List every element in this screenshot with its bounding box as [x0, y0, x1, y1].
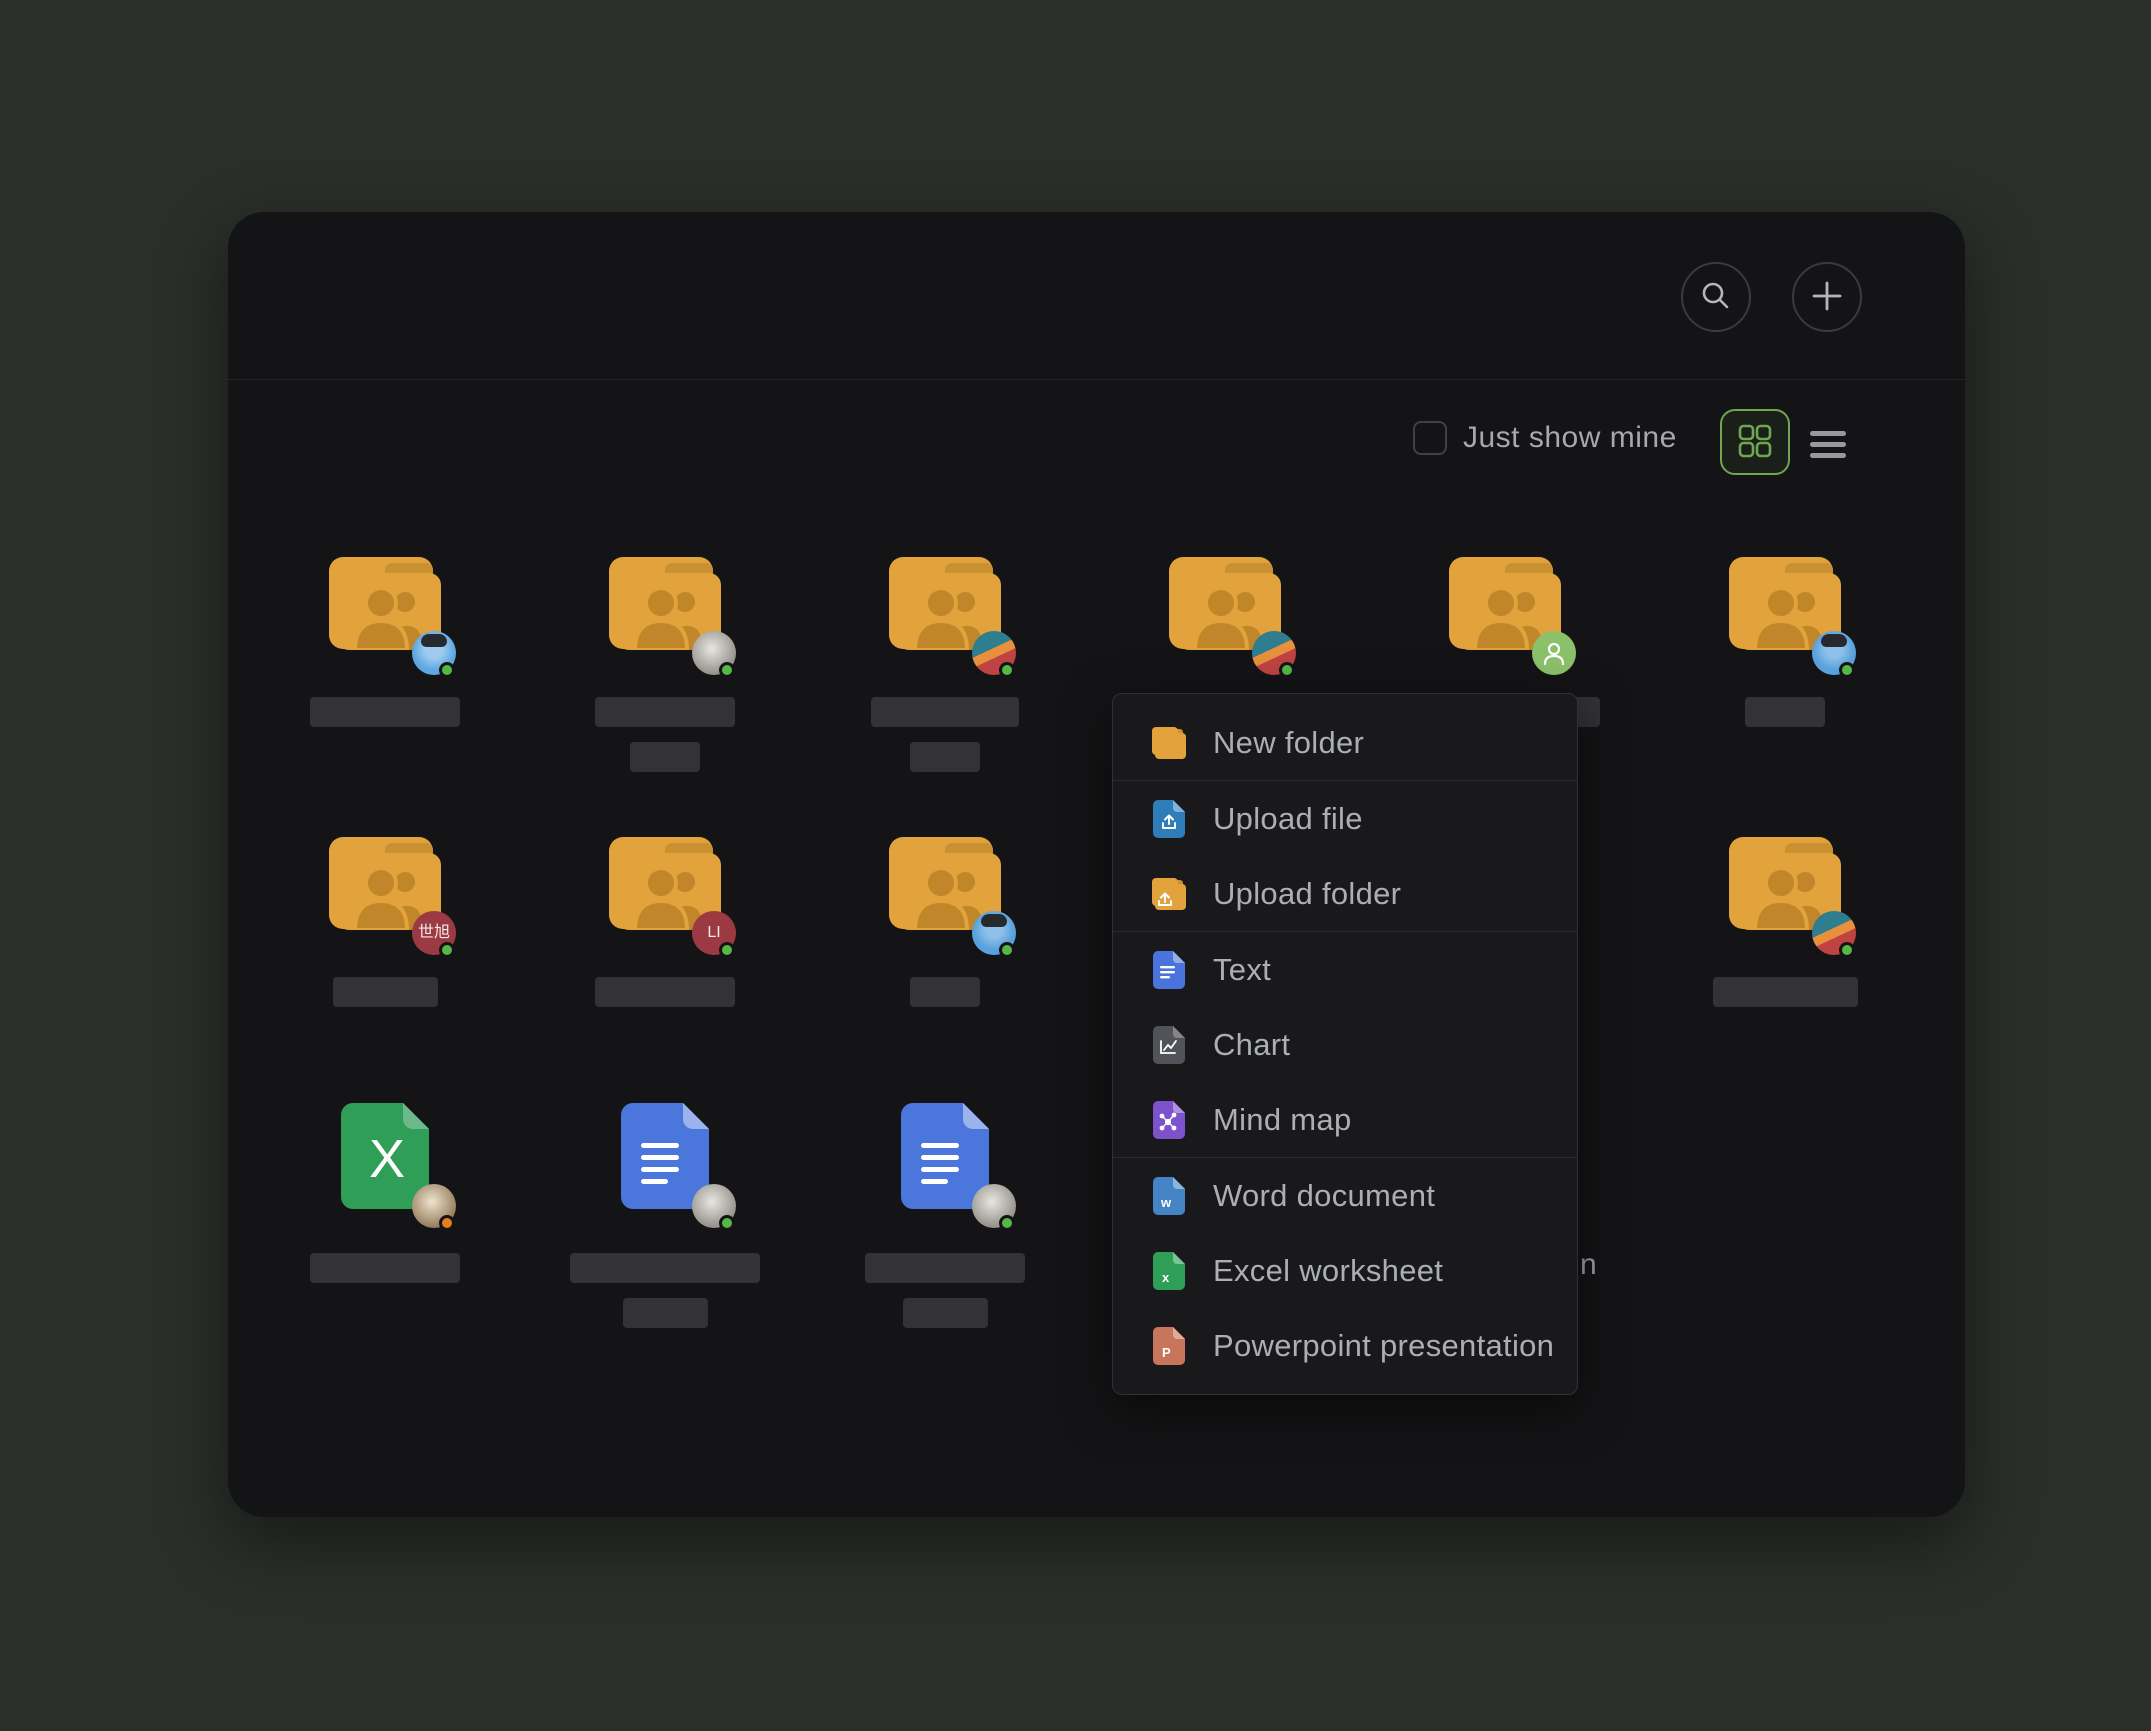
menu-section: w Word document x Excel worksheet P Powe… [1113, 1157, 1577, 1383]
presence-dot [999, 942, 1015, 958]
just-show-mine-checkbox[interactable] [1413, 421, 1447, 455]
presence-dot [439, 662, 455, 678]
presence-dot [999, 1215, 1015, 1231]
menu-item-new-folder[interactable]: New folder [1113, 705, 1577, 780]
grid-item-folder[interactable] [1085, 553, 1365, 650]
grid-item-folder[interactable] [245, 553, 525, 650]
grid-item-file[interactable] [805, 1103, 1085, 1209]
just-show-mine-filter[interactable]: Just show mine [1413, 421, 1677, 455]
window-header [228, 212, 1965, 380]
grid-item-folder[interactable] [805, 833, 1085, 930]
presence-dot [719, 1215, 735, 1231]
label-skeleton [1713, 977, 1858, 1007]
label-skeleton [310, 1253, 460, 1283]
plus-icon [1810, 279, 1844, 316]
menu-section: New folder [1113, 705, 1577, 780]
avatar-initials: LI [707, 925, 720, 941]
menu-section: Upload file Upload folder [1113, 780, 1577, 931]
label-skeleton [595, 697, 735, 727]
svg-text:x: x [1162, 1270, 1170, 1285]
menu-item-label: Text [1213, 952, 1271, 988]
label-skeleton [865, 1253, 1025, 1283]
svg-text:X: X [369, 1129, 405, 1189]
member-avatar [1532, 631, 1576, 675]
new-folder-icon [1151, 727, 1187, 759]
menu-item-label: New folder [1213, 725, 1364, 761]
menu-item-upload-folder[interactable]: Upload folder [1113, 856, 1577, 931]
search-icon [1698, 278, 1734, 317]
menu-item-label: Upload folder [1213, 876, 1401, 912]
label-skeleton [310, 697, 460, 727]
label-skeleton [570, 1253, 760, 1283]
menu-item-label: Mind map [1213, 1102, 1352, 1138]
app-window: Just show mine [228, 212, 1965, 1517]
powerpoint-doc-icon: P [1151, 1327, 1187, 1365]
label-skeleton [871, 697, 1019, 727]
menu-item-upload-file[interactable]: Upload file [1113, 781, 1577, 856]
grid-view-button[interactable] [1720, 409, 1790, 475]
context-menu: New folder Upload file Upload folder Tex… [1112, 693, 1578, 1395]
menu-item-powerpoint-presentation[interactable]: P Powerpoint presentation [1113, 1308, 1577, 1383]
chart-doc-icon [1151, 1026, 1187, 1064]
label-skeleton [1745, 697, 1825, 727]
menu-item-excel-worksheet[interactable]: x Excel worksheet [1113, 1233, 1577, 1308]
grid-item-folder[interactable]: LI [525, 833, 805, 930]
menu-item-label: Chart [1213, 1027, 1290, 1063]
label-skeleton [903, 1298, 988, 1328]
list-view-button[interactable] [1806, 422, 1850, 466]
avatar-initials: 世旭 [418, 925, 450, 941]
grid-item-folder[interactable] [1645, 833, 1925, 930]
grid-item-file[interactable] [525, 1103, 805, 1209]
grid-item-file[interactable]: X [245, 1103, 525, 1209]
word-doc-icon: w [1151, 1177, 1187, 1215]
grid-item-folder[interactable] [805, 553, 1085, 650]
grid-item-folder[interactable] [1645, 553, 1925, 650]
search-button[interactable] [1681, 262, 1751, 332]
upload-folder-icon [1151, 878, 1187, 910]
menu-item-mind-map[interactable]: Mind map [1113, 1082, 1577, 1157]
presence-dot [439, 942, 455, 958]
presence-dot [999, 662, 1015, 678]
menu-item-label: Powerpoint presentation [1213, 1328, 1554, 1364]
text-doc-icon [1151, 951, 1187, 989]
svg-text:P: P [1162, 1345, 1171, 1360]
grid-item-folder[interactable] [1365, 553, 1645, 650]
occluded-label-fragment: n [1580, 1248, 1597, 1282]
grid-item-folder[interactable]: 世旭 [245, 833, 525, 930]
menu-item-label: Excel worksheet [1213, 1253, 1443, 1289]
desktop-background: Just show mine [0, 0, 2151, 1731]
label-skeleton [595, 977, 735, 1007]
label-skeleton [623, 1298, 708, 1328]
excel-doc-icon: x [1151, 1252, 1187, 1290]
presence-dot [719, 662, 735, 678]
menu-item-label: Upload file [1213, 801, 1363, 837]
presence-dot [1279, 662, 1295, 678]
upload-file-icon [1151, 800, 1187, 838]
menu-item-word-document[interactable]: w Word document [1113, 1158, 1577, 1233]
person-icon [1540, 639, 1568, 667]
label-skeleton [630, 742, 700, 772]
label-skeleton [910, 742, 980, 772]
menu-item-label: Word document [1213, 1178, 1435, 1214]
presence-dot [719, 942, 735, 958]
grid-item-folder[interactable] [525, 553, 805, 650]
presence-dot [439, 1215, 455, 1231]
list-view-icon [1810, 431, 1846, 436]
menu-section: Text Chart Mind map [1113, 931, 1577, 1157]
grid-view-icon [1737, 423, 1773, 462]
label-skeleton [333, 977, 438, 1007]
add-button[interactable] [1792, 262, 1862, 332]
svg-text:w: w [1160, 1195, 1172, 1210]
label-skeleton [910, 977, 980, 1007]
presence-dot [1839, 942, 1855, 958]
menu-item-text[interactable]: Text [1113, 932, 1577, 1007]
menu-item-chart[interactable]: Chart [1113, 1007, 1577, 1082]
just-show-mine-label: Just show mine [1463, 421, 1677, 455]
presence-dot [1839, 662, 1855, 678]
mindmap-doc-icon [1151, 1101, 1187, 1139]
